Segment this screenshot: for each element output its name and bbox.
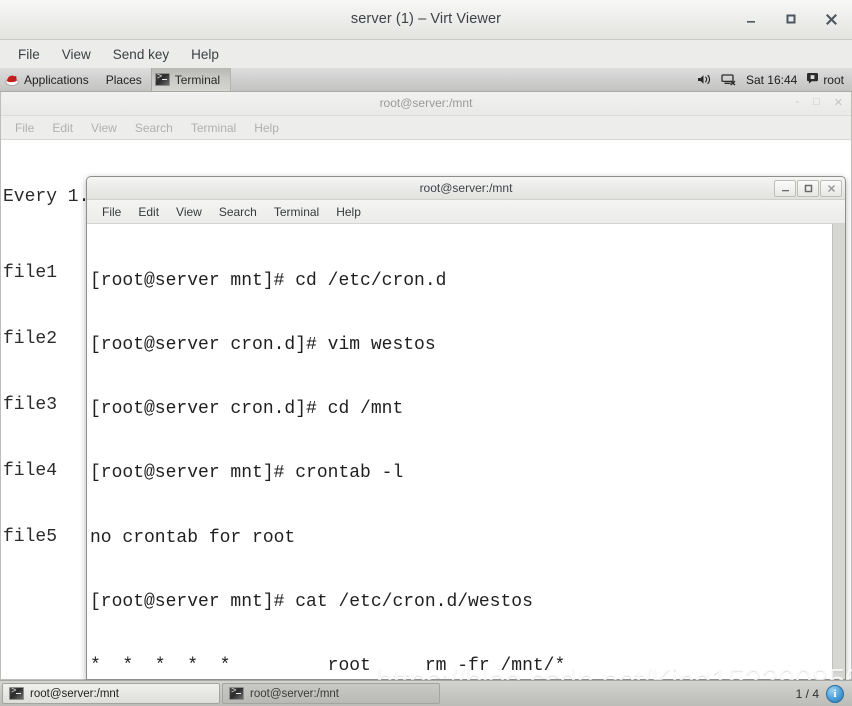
active-terminal-title: root@server:/mnt xyxy=(419,181,513,195)
menu-view[interactable]: View xyxy=(54,44,99,65)
terminal-maximize-button[interactable] xyxy=(797,180,819,197)
close-button[interactable] xyxy=(820,8,842,30)
terminal-line: [root@server cron.d]# vim westos xyxy=(90,335,436,356)
background-terminal-menubar: File Edit View Search Terminal Help xyxy=(1,116,851,140)
taskbar-button-1[interactable]: root@server:/mnt xyxy=(2,683,220,704)
bottom-taskbar: root@server:/mnt root@server:/mnt 1 / 4 … xyxy=(0,680,852,706)
virt-viewer-window-controls xyxy=(740,8,842,30)
menu-help[interactable]: Help xyxy=(183,44,227,65)
bg-menu-help[interactable]: Help xyxy=(247,119,286,137)
bg-menu-search[interactable]: Search xyxy=(128,119,180,137)
gnome-top-panel: Applications Places Terminal xyxy=(0,68,852,92)
panel-user-menu[interactable]: root xyxy=(806,72,844,87)
panel-user-label: root xyxy=(823,72,844,87)
redhat-logo-icon xyxy=(5,74,19,86)
active-terminal-titlebar: root@server:/mnt xyxy=(87,177,845,200)
terminal-close-button[interactable] xyxy=(820,180,842,197)
workspace-pager[interactable]: 1 / 4 xyxy=(796,687,819,701)
terminal-menu-edit[interactable]: Edit xyxy=(131,203,166,221)
menu-file[interactable]: File xyxy=(10,44,48,65)
terminal-icon xyxy=(229,687,244,700)
taskbar-button-2[interactable]: root@server:/mnt xyxy=(222,683,440,704)
panel-clock[interactable]: Sat 16:44 xyxy=(746,73,797,87)
terminal-line: * * * * * root rm -fr /mnt/* xyxy=(90,656,566,677)
virt-viewer-title: server (1) – Virt Viewer xyxy=(350,11,502,27)
virt-viewer-window: server (1) – Virt Viewer File View Send … xyxy=(0,0,852,706)
menu-send-key[interactable]: Send key xyxy=(105,44,177,65)
terminal-icon xyxy=(9,687,24,700)
taskbar-right: 1 / 4 i xyxy=(796,684,850,703)
bg-menu-edit[interactable]: Edit xyxy=(45,119,80,137)
terminal-menu-terminal[interactable]: Terminal xyxy=(267,203,326,221)
background-terminal-titlebar: root@server:/mnt - □ ✕ xyxy=(1,92,851,116)
terminal-menu-view[interactable]: View xyxy=(169,203,209,221)
bg-minimize-button[interactable]: - xyxy=(795,96,799,109)
terminal-line: no crontab for root xyxy=(90,527,296,548)
maximize-button[interactable] xyxy=(780,8,802,30)
user-icon xyxy=(806,72,819,87)
bg-close-button[interactable]: ✕ xyxy=(834,96,843,109)
active-terminal-menubar: File Edit View Search Terminal Help xyxy=(87,200,845,224)
terminal-minimize-button[interactable] xyxy=(774,180,796,197)
bg-menu-view[interactable]: View xyxy=(84,119,124,137)
terminal-line: [root@server mnt]# cat /etc/cron.d/westo… xyxy=(90,591,533,612)
terminal-icon xyxy=(154,73,170,86)
applications-menu[interactable]: Applications xyxy=(0,68,97,91)
volume-icon[interactable] xyxy=(697,73,712,86)
bg-menu-file[interactable]: File xyxy=(8,119,41,137)
applications-label: Applications xyxy=(24,72,89,87)
taskbar-button-2-label: root@server:/mnt xyxy=(250,687,340,700)
virt-viewer-titlebar: server (1) – Virt Viewer xyxy=(0,0,852,40)
terminal-menu-file[interactable]: File xyxy=(95,203,128,221)
network-disconnected-icon[interactable] xyxy=(721,73,737,86)
info-icon[interactable]: i xyxy=(826,684,844,703)
active-terminal-window[interactable]: root@server:/mnt File Edit View Search T… xyxy=(86,176,846,680)
terminal-line: [root@server mnt]# crontab -l xyxy=(90,463,404,484)
terminal-menu-help[interactable]: Help xyxy=(329,203,368,221)
places-menu[interactable]: Places xyxy=(97,68,151,92)
active-terminal-window-controls xyxy=(774,180,842,197)
minimize-button[interactable] xyxy=(740,8,762,30)
virt-viewer-menubar: File View Send key Help xyxy=(0,40,852,68)
gnome-panel-left: Applications Places Terminal xyxy=(0,68,232,92)
panel-task-label: Terminal xyxy=(174,72,221,87)
terminal-menu-search[interactable]: Search xyxy=(212,203,264,221)
panel-task-terminal[interactable]: Terminal xyxy=(150,68,232,91)
active-terminal-screen[interactable]: [root@server mnt]# cd /etc/cron.d [root@… xyxy=(87,224,845,679)
terminal-scrollbar[interactable] xyxy=(832,224,845,679)
gnome-panel-right: Sat 16:44 root xyxy=(697,72,852,87)
bg-maximize-button[interactable]: □ xyxy=(813,96,820,109)
taskbar-button-1-label: root@server:/mnt xyxy=(30,687,120,700)
terminal-line: [root@server mnt]# cd /etc/cron.d xyxy=(90,270,447,291)
background-terminal-title: root@server:/mnt xyxy=(379,96,473,110)
background-terminal-window-controls: - □ ✕ xyxy=(795,96,843,109)
terminal-line: [root@server cron.d]# cd /mnt xyxy=(90,399,404,420)
bg-menu-terminal[interactable]: Terminal xyxy=(184,119,243,137)
